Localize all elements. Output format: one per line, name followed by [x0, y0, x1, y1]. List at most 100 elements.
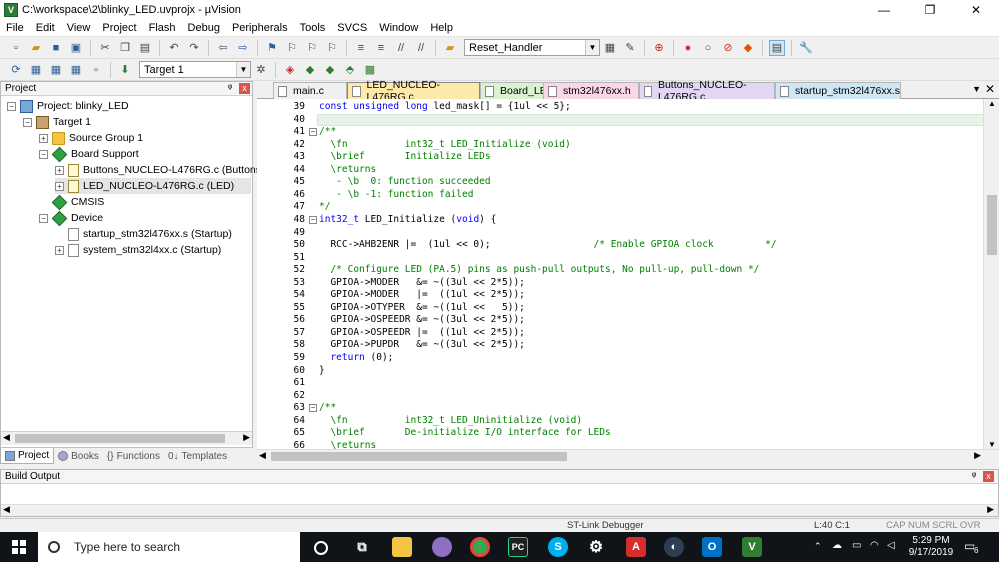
- save-icon[interactable]: ■: [48, 40, 64, 56]
- panel-close-icon[interactable]: x: [983, 471, 994, 482]
- nav-back-icon[interactable]: ⇦: [215, 40, 231, 56]
- tab-books[interactable]: Books: [54, 448, 103, 464]
- scroll-left-icon[interactable]: ◀: [3, 432, 10, 443]
- tab-buttons-nucleo-c[interactable]: Buttons_NUCLEO-L476RG.c: [639, 79, 775, 103]
- code-line[interactable]: int32_t LED_Initialize (void) {: [319, 214, 496, 227]
- download-icon[interactable]: ⬇: [117, 62, 133, 78]
- scroll-right-icon[interactable]: ▶: [974, 450, 981, 461]
- collapse-icon[interactable]: −: [39, 149, 48, 159]
- menu-peripherals[interactable]: Peripherals: [226, 22, 294, 34]
- breakpoint-all-icon[interactable]: ◆: [740, 40, 756, 56]
- code-line[interactable]: \brief De-initialize I/O interface for L…: [319, 427, 610, 440]
- copy-icon[interactable]: ❐: [117, 40, 133, 56]
- find-in-files-icon[interactable]: ▰: [442, 40, 458, 56]
- target-options-icon[interactable]: ✲: [253, 62, 269, 78]
- code-line[interactable]: \brief Initialize LEDs: [319, 151, 490, 164]
- scroll-thumb[interactable]: [15, 434, 225, 443]
- expand-icon[interactable]: +: [55, 245, 64, 255]
- breakpoint-icon[interactable]: ●: [680, 40, 696, 56]
- new-file-icon[interactable]: ▫: [8, 40, 24, 56]
- uncomment-icon[interactable]: //: [413, 40, 429, 56]
- stop-build-icon[interactable]: ▫: [88, 62, 104, 78]
- save-all-icon[interactable]: ▣: [68, 40, 84, 56]
- debug-session-icon[interactable]: ⊕: [651, 40, 667, 56]
- code-line[interactable]: GPIOA->OSPEEDR &= ~((3ul << 2*5));: [319, 314, 524, 327]
- unindent-icon[interactable]: ≡: [373, 40, 389, 56]
- breakpoint-disable-icon[interactable]: ○: [700, 40, 716, 56]
- expand-icon[interactable]: +: [39, 133, 48, 143]
- function-combo[interactable]: Reset_Handler ▼: [464, 39, 600, 56]
- expand-icon[interactable]: +: [55, 165, 64, 175]
- code-line[interactable]: GPIOA->OSPEEDR |= ((1ul << 2*5));: [319, 327, 524, 340]
- tree-node-device[interactable]: − Device: [39, 210, 103, 226]
- code-line[interactable]: GPIOA->OTYPER &= ~((1ul << 5));: [319, 302, 524, 315]
- code-line[interactable]: \fn int32_t LED_Uninitialize (void): [319, 415, 582, 428]
- configure-icon[interactable]: 🔧: [798, 40, 814, 56]
- project-hscrollbar[interactable]: ◀ ▶: [1, 431, 252, 445]
- scroll-left-icon[interactable]: ◀: [259, 450, 266, 461]
- code-line[interactable]: /**: [319, 126, 336, 139]
- collapse-icon[interactable]: −: [7, 101, 16, 111]
- tab-templates[interactable]: 0↓ Templates: [164, 448, 231, 464]
- menu-view[interactable]: View: [61, 22, 97, 34]
- clear-bookmarks-icon[interactable]: ⚐: [324, 40, 340, 56]
- tree-node-startup-file[interactable]: startup_stm32l476xx.s (Startup): [68, 226, 232, 242]
- pin-icon[interactable]: ᵠ: [228, 83, 232, 94]
- tab-project[interactable]: Project: [0, 448, 55, 464]
- code-line[interactable]: }: [319, 365, 325, 378]
- code-line[interactable]: */: [319, 201, 330, 214]
- open-folder-icon[interactable]: ▰: [28, 40, 44, 56]
- tree-node-buttons-file[interactable]: + Buttons_NUCLEO-L476RG.c (Buttons): [55, 162, 265, 178]
- chevron-down-icon[interactable]: ▼: [585, 40, 599, 55]
- scroll-down-icon[interactable]: ▼: [988, 440, 996, 449]
- expand-icon[interactable]: +: [55, 181, 64, 191]
- nav-forward-icon[interactable]: ⇨: [235, 40, 251, 56]
- code-line[interactable]: /**: [319, 402, 336, 415]
- code-line[interactable]: GPIOA->PUPDR &= ~((3ul << 2*5));: [319, 339, 524, 352]
- pin-icon[interactable]: ᵠ: [972, 471, 976, 482]
- code-line[interactable]: const unsigned long led_mask[] = {1ul <<…: [319, 101, 571, 114]
- code-line[interactable]: - \b 0: function succeeded: [319, 176, 490, 189]
- maximize-button[interactable]: ❐: [907, 0, 953, 20]
- menu-file[interactable]: File: [0, 22, 30, 34]
- code-line[interactable]: GPIOA->MODER &= ~((3ul << 2*5));: [319, 277, 524, 290]
- select-software-packs-icon[interactable]: ◆: [302, 62, 318, 78]
- settings-gear-icon[interactable]: ⚙: [586, 537, 606, 557]
- menu-svcs[interactable]: SVCS: [331, 22, 373, 34]
- fold-collapse-icon[interactable]: −: [309, 215, 317, 224]
- code-line[interactable]: RCC->AHB2ENR |= (1ul << 0); /* Enable GP…: [319, 239, 776, 252]
- redo-icon[interactable]: ↷: [186, 40, 202, 56]
- manage-run-time-icon[interactable]: ⬘: [342, 62, 358, 78]
- target-combo[interactable]: Target 1 ▼: [139, 61, 251, 78]
- onedrive-icon[interactable]: ☁: [832, 540, 842, 551]
- manage-components-icon[interactable]: ◈: [282, 62, 298, 78]
- tray-chevron-up-icon[interactable]: ⌃: [814, 541, 822, 552]
- panel-close-icon[interactable]: x: [239, 83, 250, 94]
- collapse-icon[interactable]: −: [39, 213, 48, 223]
- menu-tools[interactable]: Tools: [294, 22, 332, 34]
- chrome-icon[interactable]: [470, 537, 490, 557]
- tree-node-target[interactable]: − Target 1: [23, 114, 91, 130]
- code-line[interactable]: - \b -1: function failed: [319, 189, 473, 202]
- taskbar-clock[interactable]: 5:29 PM 9/17/2019: [908, 535, 954, 559]
- code-line[interactable]: return (0);: [319, 352, 393, 365]
- scroll-left-icon[interactable]: ◀: [3, 504, 10, 515]
- tree-node-source-group[interactable]: + Source Group 1: [39, 130, 143, 146]
- windows-start-icon[interactable]: [12, 540, 26, 554]
- window-layout-icon[interactable]: ▤: [769, 39, 785, 56]
- acrobat-icon[interactable]: A: [626, 537, 646, 557]
- tree-node-led-file[interactable]: + LED_NUCLEO-L476RG.c (LED): [55, 178, 251, 194]
- scroll-thumb[interactable]: [271, 452, 567, 461]
- code-line[interactable]: \returns: [319, 164, 376, 177]
- comment-icon[interactable]: //: [393, 40, 409, 56]
- battery-icon[interactable]: ▭: [852, 540, 861, 551]
- menu-debug[interactable]: Debug: [182, 22, 226, 34]
- pycharm-icon[interactable]: PC: [508, 537, 528, 557]
- tab-main-c[interactable]: main.c: [273, 82, 347, 99]
- batch-build-icon[interactable]: ▦: [68, 62, 84, 78]
- menu-edit[interactable]: Edit: [30, 22, 61, 34]
- run-time-environment-icon[interactable]: ▩: [362, 62, 378, 78]
- fold-collapse-icon[interactable]: −: [309, 128, 317, 137]
- breakpoint-kill-icon[interactable]: ⊘: [720, 40, 736, 56]
- file-explorer-icon[interactable]: [392, 537, 412, 557]
